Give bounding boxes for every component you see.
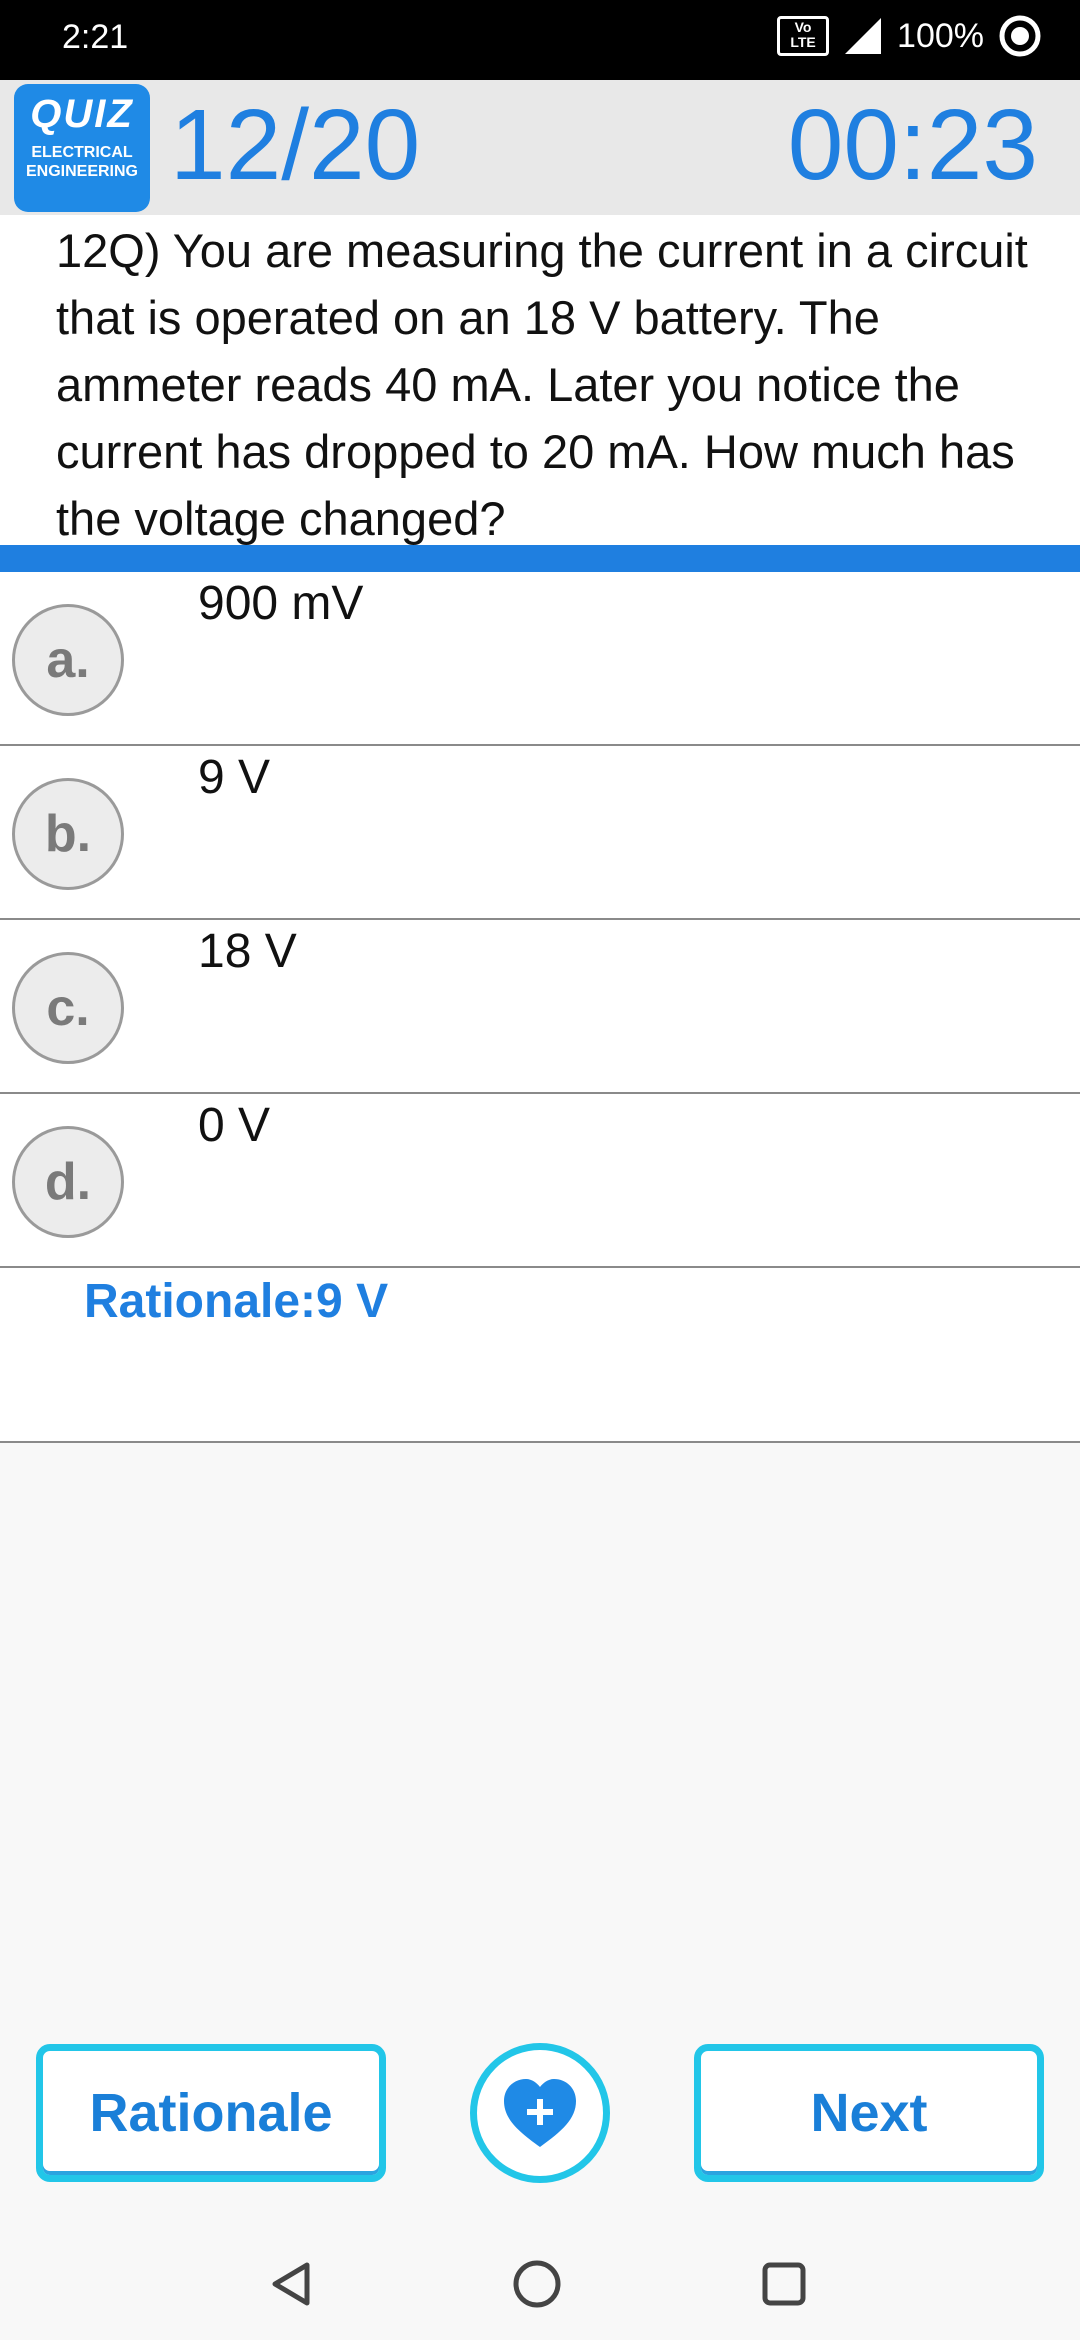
option-text: 9 V	[198, 751, 271, 804]
nav-back-button[interactable]	[262, 2254, 322, 2314]
status-time: 2:21	[62, 18, 129, 56]
next-button[interactable]: Next	[694, 2044, 1044, 2182]
battery-percent: 100%	[897, 16, 984, 55]
heart-plus-icon	[504, 2079, 576, 2147]
status-icons: Vo LTE 100%	[777, 14, 1042, 58]
option-text: 900 mV	[198, 577, 364, 630]
logo-subtitle: ELECTRICAL ENGINEERING	[25, 144, 138, 180]
quiz-header: QUIZ ELECTRICAL ENGINEERING 12/20 00:23	[0, 80, 1080, 215]
rationale-button[interactable]: Rationale	[36, 2044, 386, 2182]
option-b[interactable]: b. 9 V	[0, 746, 1080, 920]
option-a[interactable]: a. 900 mV	[0, 572, 1080, 746]
question-progress: 12/20	[170, 89, 421, 201]
option-text: 18 V	[198, 925, 297, 978]
rationale-panel: Rationale:9 V	[0, 1268, 1080, 1443]
status-circle-icon	[999, 15, 1041, 57]
nav-recents-button[interactable]	[754, 2254, 814, 2314]
question-text: 12Q) You are measuring the current in a …	[0, 215, 1080, 545]
logo-title: QUIZ	[30, 92, 134, 136]
option-letter-badge: c.	[12, 952, 124, 1064]
signal-icon	[845, 18, 882, 54]
question-divider	[0, 545, 1080, 572]
system-nav-bar	[0, 2230, 1080, 2340]
option-d[interactable]: d. 0 V	[0, 1094, 1080, 1268]
option-letter-badge: a.	[12, 604, 124, 716]
answer-options: a. 900 mV b. 9 V c. 18 V d. 0 V Rational…	[0, 572, 1080, 1443]
volte-icon: Vo LTE	[777, 16, 830, 56]
home-circle-icon	[513, 2260, 561, 2308]
option-c[interactable]: c. 18 V	[0, 920, 1080, 1094]
quiz-timer: 00:23	[787, 89, 1038, 201]
nav-home-button[interactable]	[507, 2254, 567, 2314]
option-letter-badge: b.	[12, 778, 124, 890]
back-triangle-icon	[272, 2262, 310, 2306]
status-bar: 2:21 Vo LTE 100%	[0, 0, 1080, 80]
rationale-text: Rationale:9 V	[84, 1275, 389, 1328]
favorite-button[interactable]	[470, 2043, 610, 2183]
option-letter-badge: d.	[12, 1126, 124, 1238]
bottom-actions: Rationale Next	[0, 2040, 1080, 2185]
app-logo: QUIZ ELECTRICAL ENGINEERING	[14, 84, 150, 212]
recents-square-icon	[762, 2262, 806, 2306]
option-text: 0 V	[198, 1099, 271, 1152]
